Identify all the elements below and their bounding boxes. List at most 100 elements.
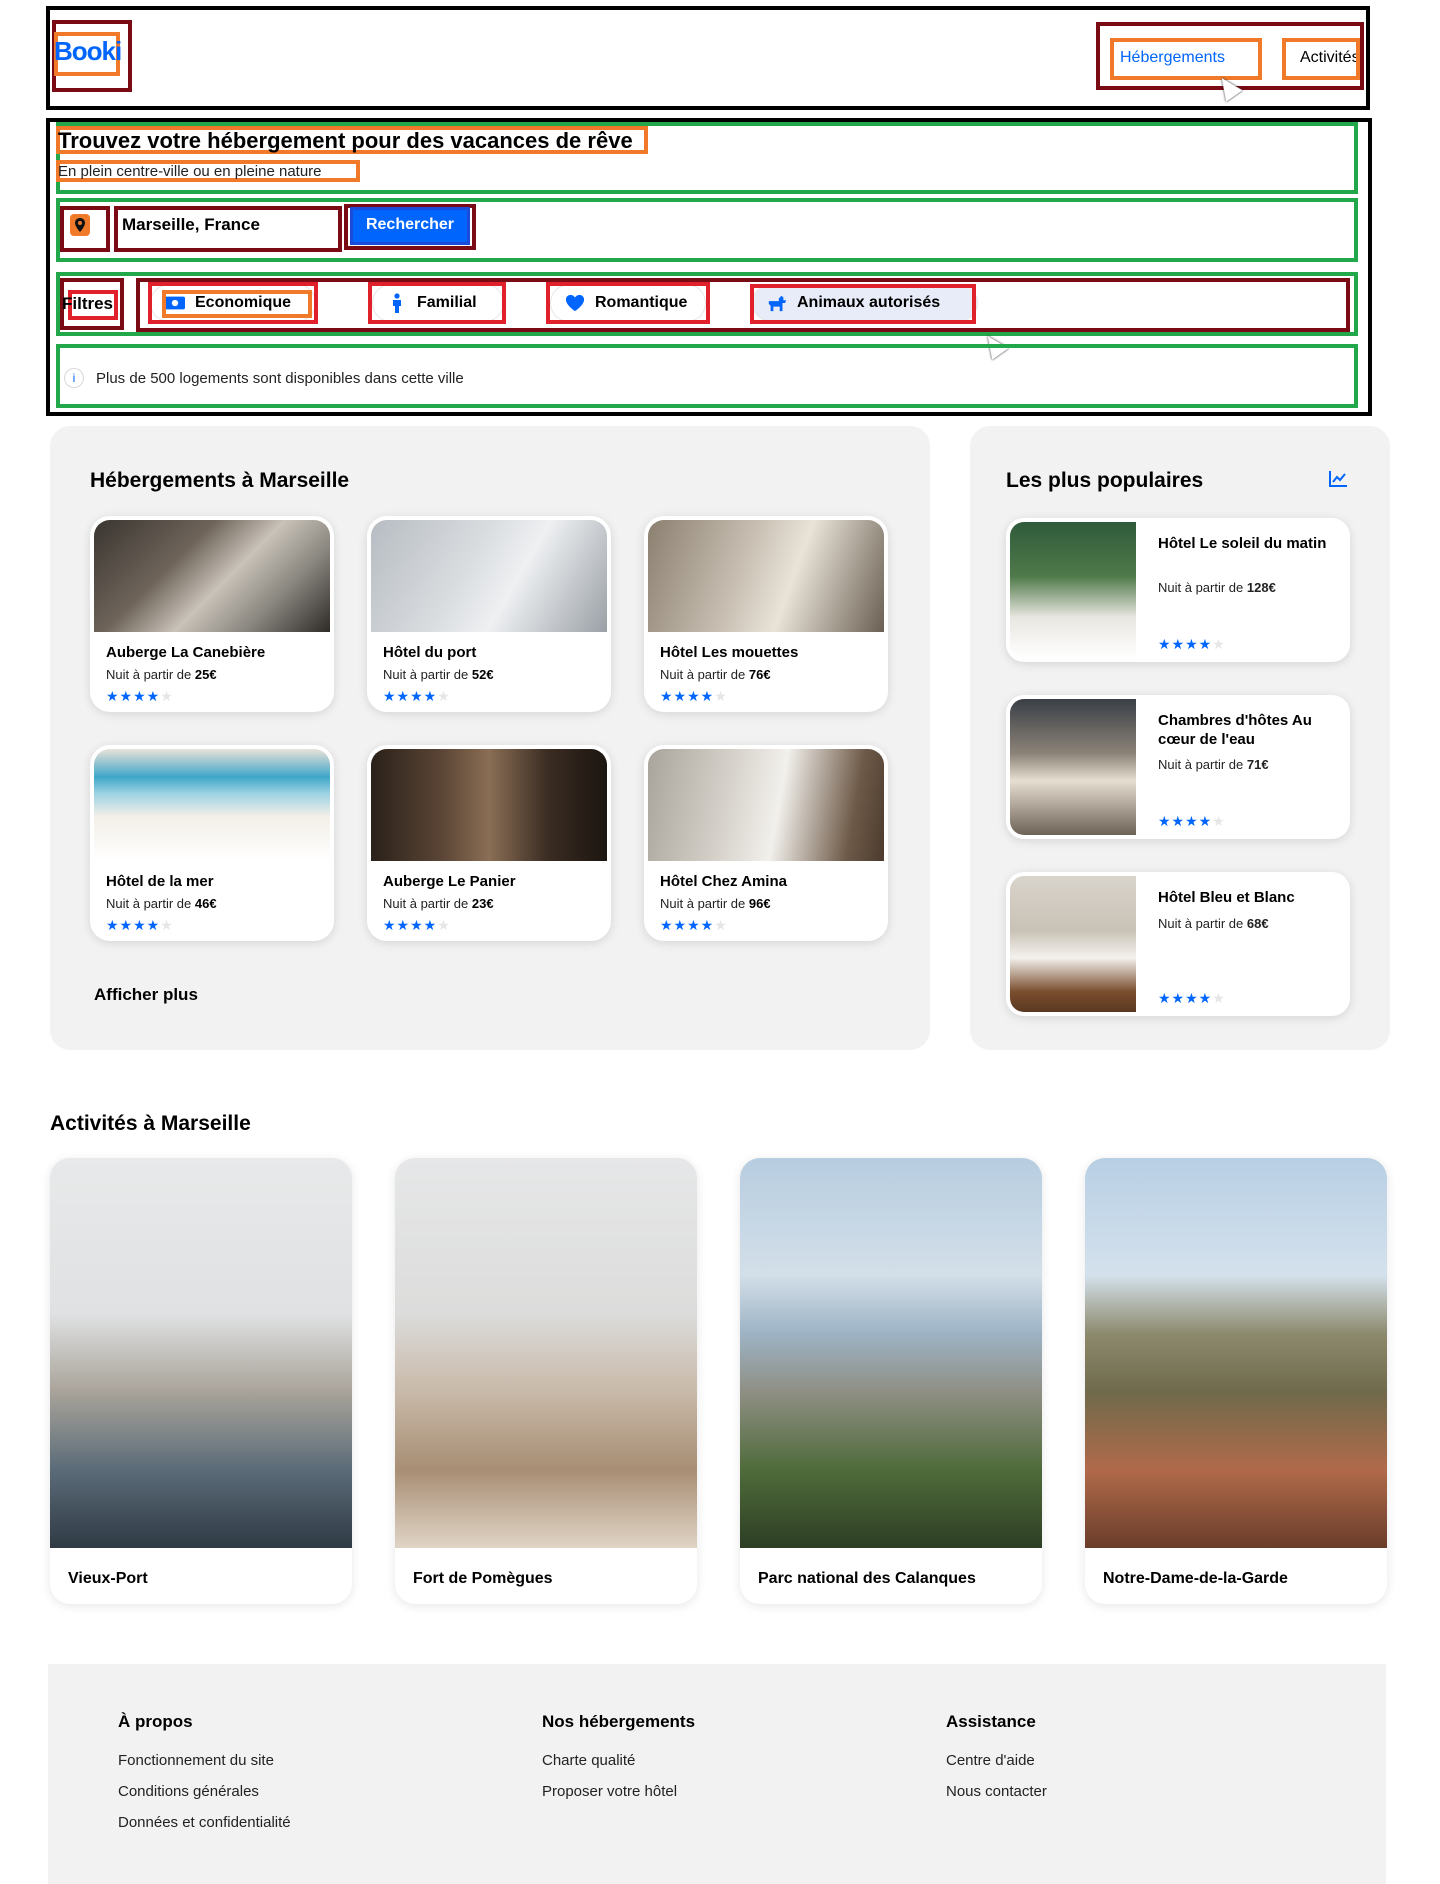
- popular-title: Les plus populaires: [1006, 469, 1204, 492]
- popular-card[interactable]: Hôtel Bleu et Blanc Nuit à partir de 68€…: [1006, 872, 1350, 1016]
- rating-stars: ★★★★★: [106, 917, 174, 933]
- popular-price: Nuit à partir de 128€: [1158, 580, 1276, 595]
- footer-link[interactable]: Conditions générales: [118, 1783, 259, 1800]
- activities-title: Activités à Marseille: [50, 1112, 251, 1135]
- filter-label: Romantique: [595, 294, 688, 311]
- accommodation-price: Nuit à partir de 96€: [660, 896, 771, 911]
- accommodation-name: Hôtel de la mer: [106, 873, 214, 890]
- nav-activites[interactable]: Activités: [1300, 49, 1356, 67]
- footer-link[interactable]: Centre d'aide: [946, 1752, 1035, 1769]
- footer-link[interactable]: Charte qualité: [542, 1752, 635, 1769]
- accommodation-name: Hôtel du port: [383, 644, 477, 661]
- page-title: Trouvez votre hébergement pour des vacan…: [58, 128, 633, 153]
- filters-label: Filtres: [62, 294, 114, 313]
- popular-photo: [1010, 699, 1136, 835]
- dog-icon: [767, 293, 787, 313]
- accommodation-name: Hôtel Chez Amina: [660, 873, 787, 890]
- mouse-cursor-icon: [979, 330, 1009, 360]
- accommodation-name: Hôtel Les mouettes: [660, 644, 799, 661]
- filter-familial[interactable]: Familial: [372, 284, 504, 322]
- popular-price: Nuit à partir de 68€: [1158, 916, 1269, 931]
- popular-card[interactable]: Chambres d'hôtes Au cœur de l'eau Nuit à…: [1006, 695, 1350, 839]
- filter-label: Economique: [195, 294, 292, 311]
- popular-name: Chambres d'hôtes Au cœur de l'eau: [1158, 712, 1312, 748]
- popular-name: Hôtel Bleu et Blanc: [1158, 889, 1295, 906]
- accommodation-price: Nuit à partir de 46€: [106, 896, 217, 911]
- rating-stars: ★★★★★: [660, 688, 728, 704]
- rating-stars: ★★★★★: [1158, 990, 1226, 1006]
- rating-stars: ★★★★★: [660, 917, 728, 933]
- accommodation-name: Auberge La Canebière: [106, 644, 266, 661]
- accommodation-photo: [648, 749, 884, 861]
- nav-hebergements[interactable]: Hébergements: [1120, 49, 1225, 67]
- accommodation-card[interactable]: Hôtel du port Nuit à partir de 52€ ★★★★★: [367, 516, 611, 712]
- popular-photo: [1010, 522, 1136, 658]
- activity-name: Vieux-Port: [68, 1570, 148, 1587]
- accommodations-title: Hébergements à Marseille: [90, 469, 350, 492]
- footer-col-title: À propos: [118, 1712, 193, 1731]
- footer-link[interactable]: Données et confidentialité: [118, 1814, 291, 1831]
- filter-label: Animaux autorisés: [797, 294, 941, 311]
- filter-label: Familial: [417, 294, 477, 311]
- activity-photo: [395, 1158, 697, 1548]
- accommodation-card[interactable]: Auberge La Canebière Nuit à partir de 25…: [90, 516, 334, 712]
- accommodation-photo: [371, 520, 607, 632]
- footer-link[interactable]: Fonctionnement du site: [118, 1752, 274, 1769]
- accommodation-name: Auberge Le Panier: [383, 873, 516, 890]
- footer-link[interactable]: Proposer votre hôtel: [542, 1783, 677, 1800]
- accommodation-card[interactable]: Hôtel Les mouettes Nuit à partir de 76€ …: [644, 516, 888, 712]
- popular-price: Nuit à partir de 71€: [1158, 757, 1269, 772]
- accommodation-photo: [371, 749, 607, 861]
- footer-col-title: Assistance: [946, 1712, 1036, 1731]
- accommodation-card[interactable]: Hôtel Chez Amina Nuit à partir de 96€ ★★…: [644, 745, 888, 941]
- popular-name: Hôtel Le soleil du matin: [1158, 535, 1327, 552]
- info-text: Plus de 500 logements sont disponibles d…: [96, 369, 464, 387]
- filter-animaux[interactable]: Animaux autorisés: [752, 284, 978, 322]
- heart-icon: [565, 293, 585, 313]
- rating-stars: ★★★★★: [1158, 813, 1226, 829]
- accommodation-photo: [94, 749, 330, 861]
- activity-card[interactable]: Fort de Pomègues: [395, 1158, 697, 1604]
- accommodation-price: Nuit à partir de 76€: [660, 667, 771, 682]
- filter-romantique[interactable]: Romantique: [550, 284, 706, 322]
- info-icon: i: [64, 368, 84, 388]
- popular-card[interactable]: Hôtel Le soleil du matin Nuit à partir d…: [1006, 518, 1350, 662]
- logo[interactable]: Booki: [54, 36, 122, 67]
- footer: [48, 1664, 1386, 1884]
- accommodation-price: Nuit à partir de 23€: [383, 896, 494, 911]
- accommodation-photo: [94, 520, 330, 632]
- activity-card[interactable]: Vieux-Port: [50, 1158, 352, 1604]
- accommodation-photo: [648, 520, 884, 632]
- activity-photo: [1085, 1158, 1387, 1548]
- child-icon: [387, 293, 407, 313]
- footer-col-title: Nos hébergements: [542, 1712, 696, 1731]
- rating-stars: ★★★★★: [106, 688, 174, 704]
- popular-photo: [1010, 876, 1136, 1012]
- activity-card[interactable]: Notre-Dame-de-la-Garde: [1085, 1158, 1387, 1604]
- info-message: i Plus de 500 logements sont disponibles…: [64, 368, 464, 388]
- trend-chart-icon: [1328, 470, 1348, 493]
- activity-name: Fort de Pomègues: [413, 1570, 553, 1587]
- accommodation-price: Nuit à partir de 52€: [383, 667, 494, 682]
- activity-card[interactable]: Parc national des Calanques: [740, 1158, 1042, 1604]
- accommodation-card[interactable]: Hôtel de la mer Nuit à partir de 46€ ★★★…: [90, 745, 334, 941]
- footer-link[interactable]: Nous contacter: [946, 1783, 1047, 1800]
- search-input[interactable]: Marseille, France: [122, 215, 260, 235]
- accommodation-price: Nuit à partir de 25€: [106, 667, 217, 682]
- accommodation-card[interactable]: Auberge Le Panier Nuit à partir de 23€ ★…: [367, 745, 611, 941]
- mouse-cursor-icon: [1213, 72, 1243, 102]
- activity-photo: [50, 1158, 352, 1548]
- rating-stars: ★★★★★: [383, 688, 451, 704]
- filter-economique[interactable]: Economique: [150, 284, 316, 322]
- rating-stars: ★★★★★: [1158, 636, 1226, 652]
- search-button[interactable]: Rechercher: [352, 207, 468, 243]
- location-pin-icon: [70, 214, 90, 236]
- activity-name: Parc national des Calanques: [758, 1570, 976, 1587]
- activity-name: Notre-Dame-de-la-Garde: [1103, 1570, 1288, 1587]
- page-subtitle: En plein centre-ville ou en pleine natur…: [58, 163, 322, 180]
- rating-stars: ★★★★★: [383, 917, 451, 933]
- activity-photo: [740, 1158, 1042, 1548]
- money-icon: [165, 293, 185, 313]
- show-more-link[interactable]: Afficher plus: [94, 985, 198, 1005]
- filter-chips-annotation: [136, 278, 1350, 332]
